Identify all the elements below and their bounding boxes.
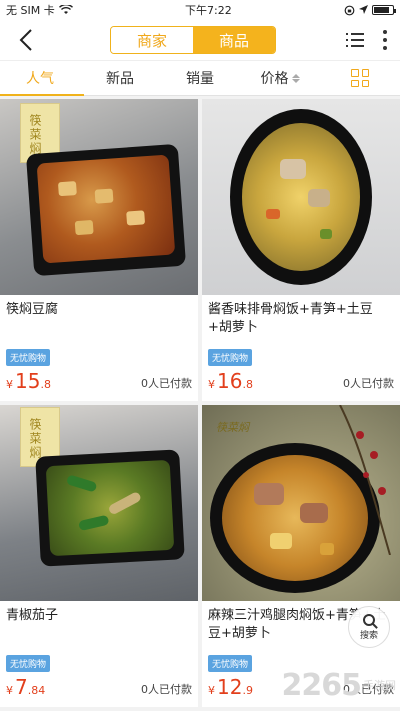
- product-card[interactable]: 酱香味排骨焖饭+青笋+土豆+胡萝卜 无忧购物 ¥16.8 0人已付款: [202, 99, 400, 401]
- product-price: ¥16.8: [208, 369, 253, 393]
- segment-shops[interactable]: 商家: [111, 27, 193, 53]
- price-integer: 12: [217, 675, 243, 699]
- tab-popularity-label: 人气: [26, 71, 54, 87]
- tab-new-label: 新品: [106, 71, 134, 87]
- segment-products[interactable]: 商品: [193, 27, 275, 53]
- product-name: 筷焖豆腐: [6, 302, 59, 317]
- status-bar: 无 SIM 卡 下午7:22: [0, 0, 400, 20]
- price-decimal: .9: [242, 684, 253, 697]
- carrier-label: 无 SIM 卡: [6, 4, 55, 17]
- product-card[interactable]: 筷菜焖 麻辣三汁鸡腿肉焖饭+青笋+土豆+胡萝卜 无忧购物 ¥12.9 0人已付款: [202, 405, 400, 707]
- more-icon[interactable]: [382, 30, 388, 50]
- sort-arrows-icon: [291, 73, 300, 83]
- price-integer: 15: [15, 369, 41, 393]
- screen: 无 SIM 卡 下午7:22 商家 商品 人气 新品 销量 价格 筷菜焖 筷焖豆…: [0, 0, 400, 711]
- back-button[interactable]: [12, 26, 40, 54]
- wifi-icon: [58, 5, 73, 14]
- paid-count: 0人已付款: [141, 377, 192, 390]
- currency: ¥: [208, 378, 215, 391]
- paid-count: 0人已付款: [343, 377, 394, 390]
- product-price: ¥7.84: [6, 675, 45, 699]
- product-name: 酱香味排骨焖饭+青笋+土豆+胡萝卜: [208, 302, 373, 335]
- status-time: 下午7:22: [185, 4, 232, 17]
- product-name: 青椒茄子: [6, 608, 59, 623]
- location-icon: [358, 5, 368, 14]
- list-icon[interactable]: [346, 32, 364, 48]
- service-tag: 无忧购物: [208, 655, 253, 672]
- tab-price-label: 价格: [260, 71, 289, 87]
- product-image: 筷菜焖: [0, 99, 198, 295]
- tab-price[interactable]: 价格: [240, 61, 320, 95]
- service-tag: 无忧购物: [6, 349, 51, 366]
- grid-icon: [351, 69, 369, 87]
- service-tag: 无忧购物: [208, 349, 253, 366]
- price-integer: 16: [217, 369, 243, 393]
- product-card[interactable]: 筷菜焖 筷焖豆腐 无忧购物 ¥15.8 0人已付款: [0, 99, 198, 401]
- battery-icon: [371, 5, 396, 15]
- active-tab-underline: [0, 94, 84, 96]
- segmented-control: 商家 商品: [110, 26, 276, 54]
- price-decimal: .8: [242, 378, 253, 391]
- watermark-number: 2265: [281, 668, 362, 703]
- rotation-lock-icon: [344, 5, 355, 15]
- watermark-text: 手游网: [363, 678, 396, 692]
- watermark: 2265 手游网: [282, 668, 397, 703]
- chevron-left-icon: [19, 29, 32, 51]
- product-image: [202, 99, 400, 295]
- package-label: 筷菜焖: [28, 418, 42, 460]
- price-decimal: .8: [40, 378, 51, 391]
- tab-new[interactable]: 新品: [80, 61, 160, 95]
- tab-sales[interactable]: 销量: [160, 61, 240, 95]
- floating-search-label: 搜索: [359, 630, 378, 641]
- currency: ¥: [6, 684, 13, 697]
- sort-tabs: 人气 新品 销量 价格: [0, 60, 400, 96]
- product-image: 筷菜焖: [202, 405, 400, 601]
- price-integer: 7: [15, 675, 28, 699]
- grid-view-toggle[interactable]: [320, 61, 400, 95]
- package-label: 筷菜焖: [28, 114, 42, 156]
- search-icon: [363, 613, 375, 626]
- product-price: ¥15.8: [6, 369, 51, 393]
- floating-search-button[interactable]: 搜索: [348, 606, 390, 648]
- tab-sales-label: 销量: [186, 71, 214, 87]
- currency: ¥: [208, 684, 215, 697]
- nav-bar: 商家 商品: [0, 20, 400, 60]
- product-image: 筷菜焖: [0, 405, 198, 601]
- tab-popularity[interactable]: 人气: [0, 61, 80, 95]
- currency: ¥: [6, 378, 13, 391]
- price-decimal: .84: [27, 684, 46, 697]
- product-price: ¥12.9: [208, 675, 253, 699]
- product-card[interactable]: 筷菜焖 青椒茄子 无忧购物 ¥7.84 0人已付款: [0, 405, 198, 707]
- product-grid: 筷菜焖 筷焖豆腐 无忧购物 ¥15.8 0人已付款 酱香味排骨焖饭+青笋+土豆+…: [0, 96, 400, 707]
- berry-branch-icon: [339, 405, 391, 555]
- paid-count: 0人已付款: [141, 683, 192, 696]
- brand-label: 筷菜焖: [216, 421, 249, 434]
- service-tag: 无忧购物: [6, 655, 51, 672]
